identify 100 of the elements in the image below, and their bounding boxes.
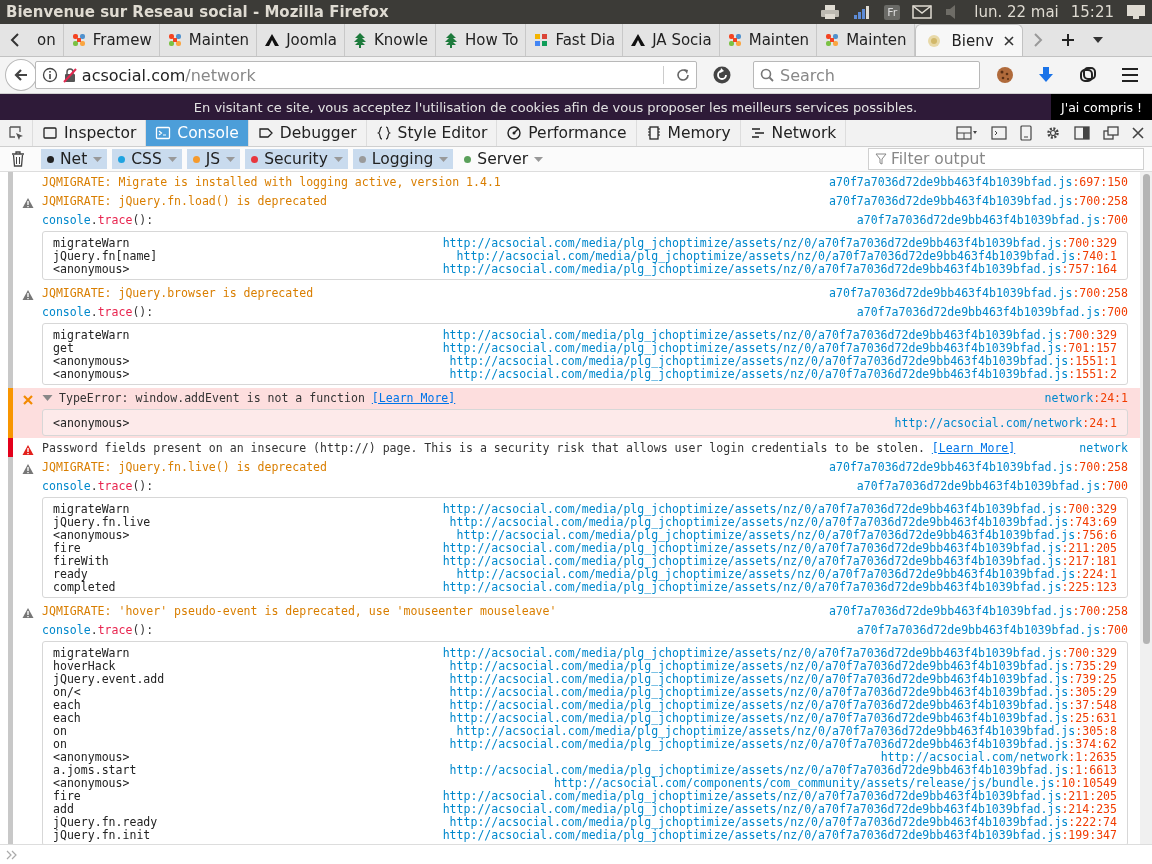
list-icon[interactable] (749, 125, 766, 141)
download-icon[interactable] (1038, 66, 1055, 84)
triangle-icon[interactable] (264, 32, 281, 48)
devtools-tab[interactable]: Debugger (248, 120, 367, 146)
source-link[interactable]: http://acsocial.com/media/plg_jchoptimize/assets/nz/0/a70f7a7036d72de9bb463f4b1039bfad.js:1:6613 (449, 762, 1117, 777)
source-link[interactable]: a70f7a7036d72de9bb463f4b1039bfad.js:700 (856, 622, 1128, 637)
browser-tab[interactable]: on (30, 24, 64, 56)
filter-button[interactable]: Server (458, 149, 549, 169)
date-label[interactable]: lun. 22 mai (974, 3, 1059, 21)
source-link[interactable]: http://acsocial.com/media/plg_jchoptimize/assets/nz/0/a70f7a7036d72de9bb463f4b1039bfad.js:743:69 (449, 514, 1117, 529)
search-icon[interactable] (759, 68, 774, 82)
trash-icon[interactable] (11, 151, 25, 167)
info-icon[interactable] (41, 67, 58, 83)
source-link[interactable]: http://acsocial.com/media/plg_jchoptimize/assets/nz/0/a70f7a7036d72de9bb463f4b1039bfad.js:756:6 (456, 527, 1117, 542)
devtools-tab[interactable]: Network (740, 120, 847, 146)
source-link[interactable]: http://acsocial.com/media/plg_jchoptimize/assets/nz/0/a70f7a7036d72de9bb463f4b1039bfad.js:1551:1 (449, 353, 1117, 368)
scrollbar[interactable] (1140, 172, 1152, 844)
history-icon[interactable] (712, 65, 733, 85)
source-link[interactable]: http://acsocial.com/media/plg_jchoptimize/assets/nz/0/a70f7a7036d72de9bb463f4b1039bfad.js:735:29 (449, 658, 1117, 673)
filter-field[interactable]: Filter output (868, 148, 1144, 170)
source-link[interactable]: http://acsocial.com/media/plg_jchoptimize/assets/nz/0/a70f7a7036d72de9bb463f4b1039bfad.js:740:1 (456, 248, 1117, 263)
source-link[interactable]: http://acsocial.com/network:24:1 (894, 415, 1117, 430)
braces-icon[interactable] (375, 125, 392, 141)
source-link[interactable]: a70f7a7036d72de9bb463f4b1039bfad.js:700:258 (829, 603, 1128, 618)
source-link[interactable]: http://acsocial.com/media/plg_jchoptimize/assets/nz/0/a70f7a7036d72de9bb463f4b1039bfad.js:700:329 (442, 501, 1117, 516)
source-link[interactable]: a70f7a7036d72de9bb463f4b1039bfad.js:700 (856, 478, 1128, 493)
tree-icon[interactable] (443, 32, 460, 48)
terminal-icon[interactable] (155, 125, 172, 141)
source-link[interactable]: http://acsocial.com/media/plg_jchoptimize/assets/nz/0/a70f7a7036d72de9bb463f4b1039bfad.js:700:329 (442, 235, 1117, 250)
filter-button[interactable]: Logging (352, 149, 454, 169)
insecure-lock-icon[interactable] (61, 67, 78, 83)
source-link[interactable]: http://acsocial.com/media/plg_jchoptimize/assets/nz/0/a70f7a7036d72de9bb463f4b1039bfad.js:214:235 (442, 801, 1117, 816)
devtools-tab[interactable]: Performance (497, 120, 637, 146)
source-link[interactable]: http://acsocial.com/media/plg_jchoptimize/assets/nz/0/a70f7a7036d72de9bb463f4b1039bfad.js:224:1 (456, 566, 1117, 581)
browser-tab[interactable]: Mainten (719, 24, 818, 56)
source-link[interactable]: http://acsocial.com/media/plg_jchoptimize/assets/nz/0/a70f7a7036d72de9bb463f4b1039bfad.js:305:29 (449, 684, 1117, 699)
filter-button[interactable]: JS (186, 149, 241, 169)
source-link[interactable]: a70f7a7036d72de9bb463f4b1039bfad.js:700:258 (829, 193, 1128, 208)
cross-icon[interactable] (166, 32, 183, 48)
mail-icon[interactable] (912, 5, 933, 19)
dock-icon[interactable] (1074, 126, 1090, 140)
source-link[interactable]: a70f7a7036d72de9bb463f4b1039bfad.js:697:150 (829, 174, 1128, 189)
clock-label[interactable]: 15:21 (1070, 3, 1114, 21)
source-link[interactable]: http://acsocial.com/media/plg_jchoptimize/assets/nz/0/a70f7a7036d72de9bb463f4b1039bfad.js:305:8 (456, 723, 1117, 738)
devtools-tab[interactable]: Memory (636, 120, 741, 146)
sync-icon[interactable] (1079, 66, 1098, 84)
back-arrow-icon[interactable] (12, 67, 29, 83)
source-link[interactable]: http://acsocial.com/media/plg_jchoptimize/assets/nz/0/a70f7a7036d72de9bb463f4b1039bfad.js:225:123 (442, 579, 1117, 594)
filter-button[interactable]: Security (245, 149, 348, 169)
source-link[interactable]: http://acsocial.com/media/plg_jchoptimize/assets/nz/0/a70f7a7036d72de9bb463f4b1039bfad.js:757:164 (442, 261, 1117, 276)
gauge-icon[interactable] (506, 125, 523, 141)
learn-more-link[interactable]: [Learn More] (931, 440, 1016, 455)
popout-icon[interactable] (1103, 126, 1119, 140)
source-link[interactable]: http://acsocial.com/media/plg_jchoptimize/assets/nz/0/a70f7a7036d72de9bb463f4b1039bfad.js:701:157 (442, 340, 1117, 355)
search-field[interactable]: Search (752, 61, 980, 89)
source-link[interactable]: http://acsocial.com/media/plg_jchoptimize/assets/nz/0/a70f7a7036d72de9bb463f4b1039bfad.js:739:25 (449, 671, 1117, 686)
address-bar[interactable]: acsocial.com/network (34, 61, 698, 89)
browser-tab[interactable]: Joomla (257, 24, 345, 56)
monitor-icon[interactable] (1126, 4, 1146, 20)
plus-icon[interactable] (1060, 33, 1075, 47)
devtools-tab[interactable]: Console (146, 120, 249, 146)
layout-icon[interactable] (956, 126, 978, 140)
source-link[interactable]: http://acsocial.com/media/plg_jchoptimize/assets/nz/0/a70f7a7036d72de9bb463f4b1039bfad.js:37:548 (449, 697, 1117, 712)
cookie-icon[interactable] (995, 66, 1014, 84)
browser-tab[interactable]: Knowle (344, 24, 437, 56)
menu-icon[interactable] (1121, 67, 1140, 83)
cross-icon[interactable] (726, 32, 743, 48)
browser-tab[interactable]: Framew (63, 24, 160, 56)
close-icon[interactable] (1003, 35, 1014, 46)
browser-tab[interactable]: Mainten (159, 24, 258, 56)
source-link[interactable]: http://acsocial.com/media/plg_jchoptimize/assets/nz/0/a70f7a7036d72de9bb463f4b1039bfad.js:211:205 (442, 540, 1117, 555)
source-link[interactable]: http://acsocial.com/media/plg_jchoptimize/assets/nz/0/a70f7a7036d72de9bb463f4b1039bfad.js:374:62 (449, 736, 1117, 751)
close-icon[interactable] (1132, 127, 1144, 139)
cross-icon[interactable] (70, 32, 87, 48)
keyboard-layout-indicator[interactable]: Fr (884, 4, 901, 20)
source-link[interactable]: http://acsocial.com/media/plg_jchoptimize/assets/nz/0/a70f7a7036d72de9bb463f4b1039bfad.js:211:205 (442, 788, 1117, 803)
browser-tab[interactable]: How To (436, 24, 527, 56)
tag-icon[interactable] (257, 125, 274, 141)
accept-cookies-button[interactable]: J'ai compris ! (1051, 94, 1152, 120)
split-console-icon[interactable] (991, 126, 1007, 140)
back-button[interactable] (5, 59, 37, 91)
triangle-icon[interactable] (630, 32, 647, 48)
squares-icon[interactable] (533, 32, 550, 48)
browser-tab[interactable]: Mainten (817, 24, 915, 56)
source-link[interactable]: a70f7a7036d72de9bb463f4b1039bfad.js:700:258 (829, 285, 1128, 300)
source-link[interactable]: http://acsocial.com/network:1:2635 (880, 749, 1117, 764)
settings-icon[interactable] (1045, 125, 1061, 141)
chevron-left-icon[interactable] (10, 33, 20, 47)
source-link[interactable]: http://acsocial.com/media/plg_jchoptimize/assets/nz/0/a70f7a7036d72de9bb463f4b1039bfad.js:700:329 (442, 327, 1117, 342)
filter-button[interactable]: CSS (112, 149, 182, 169)
source-link[interactable]: http://acsocial.com/media/plg_jchoptimize/assets/nz/0/a70f7a7036d72de9bb463f4b1039bfad.js:25:631 (449, 710, 1117, 725)
chip-icon[interactable] (645, 125, 662, 141)
learn-more-link[interactable]: [Learn More] (371, 390, 456, 405)
source-link[interactable]: http://acsocial.com/media/plg_jchoptimize/assets/nz/0/a70f7a7036d72de9bb463f4b1039bfad.js:700:329 (442, 645, 1117, 660)
source-link[interactable]: network:24:1 (1044, 390, 1128, 405)
cross-icon[interactable] (824, 32, 841, 48)
responsive-icon[interactable] (1020, 125, 1032, 141)
browser-tab[interactable]: JA Socia (623, 24, 720, 56)
browser-tab[interactable]: Bienv (914, 24, 1023, 56)
element-picker-icon[interactable] (8, 125, 24, 141)
